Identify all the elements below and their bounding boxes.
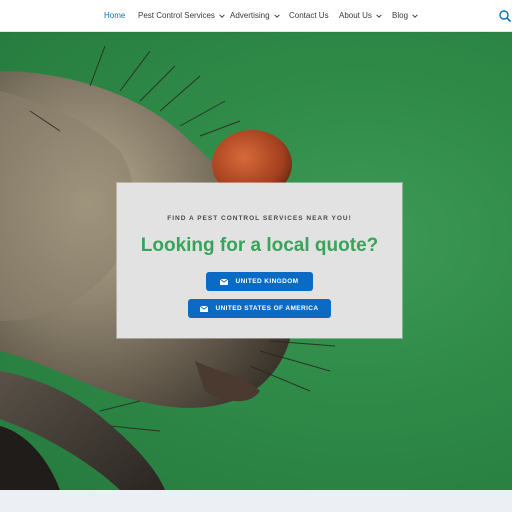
mail-icon — [220, 278, 229, 285]
button-label: UNITED KINGDOM — [235, 278, 299, 285]
site-header: Home Pest Control Services Advertising C… — [0, 0, 512, 32]
quote-kicker: FIND A PEST CONTROL SERVICES NEAR YOU! — [167, 215, 352, 222]
nav-item-home[interactable]: Home — [104, 0, 125, 31]
nav-item-label: Contact Us — [289, 11, 329, 20]
chevron-down-icon — [412, 13, 418, 19]
quote-card: FIND A PEST CONTROL SERVICES NEAR YOU! L… — [117, 183, 402, 338]
nav-item-label: Advertising — [230, 11, 270, 20]
nav-item-label: Blog — [392, 11, 409, 20]
mail-icon — [200, 305, 209, 312]
hero-section: FIND A PEST CONTROL SERVICES NEAR YOU! L… — [0, 31, 512, 490]
united-kingdom-button[interactable]: UNITED KINGDOM — [206, 272, 313, 291]
chevron-down-icon — [219, 13, 225, 19]
nav-item-label: Home — [104, 11, 126, 20]
bottom-strip — [0, 490, 512, 512]
nav-item-blog[interactable]: Blog — [392, 0, 418, 31]
nav-item-contact-us[interactable]: Contact Us — [289, 0, 329, 31]
chevron-down-icon — [273, 13, 280, 19]
nav-item-label: About Us — [339, 11, 372, 20]
united-states-button[interactable]: UNITED STATES OF AMERICA — [188, 299, 331, 318]
quote-headline: Looking for a local quote? — [140, 235, 379, 256]
nav-item-label: Pest Control Services — [138, 11, 215, 20]
nav-item-about-us[interactable]: About Us — [339, 0, 382, 31]
nav-item-advertising[interactable]: Advertising — [230, 0, 280, 31]
button-label: UNITED STATES OF AMERICA — [215, 305, 319, 312]
nav-item-pest-control-services[interactable]: Pest Control Services — [138, 0, 225, 31]
search-icon[interactable] — [498, 9, 512, 23]
chevron-down-icon — [376, 13, 382, 19]
